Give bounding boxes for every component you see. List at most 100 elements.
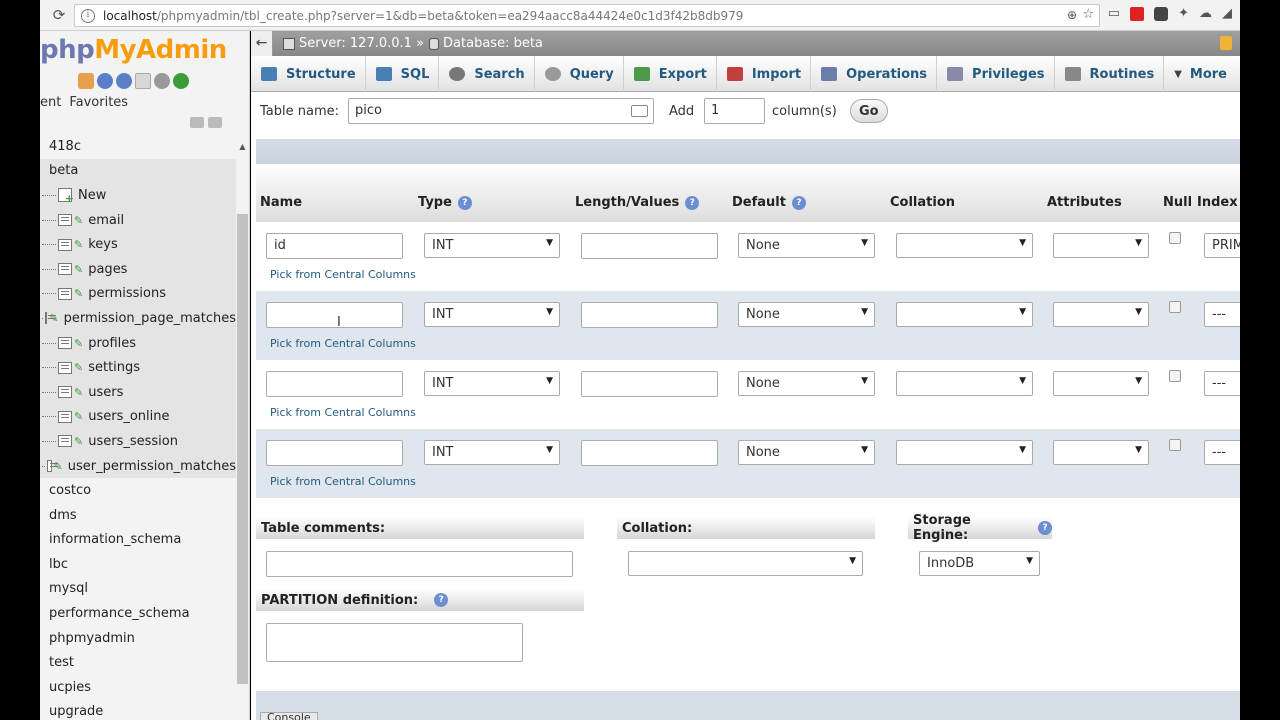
length-input[interactable]	[581, 302, 718, 328]
table-item[interactable]: ✎ keys	[40, 232, 236, 257]
db-item[interactable]: information_schema	[40, 528, 236, 553]
default-select[interactable]: None ▼	[738, 233, 875, 258]
help-icon[interactable]: ?	[685, 195, 700, 210]
pick-central-columns-link[interactable]: Pick from Central Columns	[270, 406, 416, 419]
go-button[interactable]: Go	[850, 99, 888, 123]
extension-cloud-icon[interactable]: ☁	[1199, 6, 1212, 21]
table-item[interactable]: ✎permission_page_matches	[40, 306, 236, 331]
collation-select[interactable]: ▼	[896, 440, 1033, 465]
reload-nav-icon[interactable]	[173, 73, 189, 89]
length-input[interactable]	[581, 233, 718, 259]
pick-central-columns-link[interactable]: Pick from Central Columns	[270, 337, 416, 350]
extension-leaf-icon[interactable]: ✦	[1178, 6, 1189, 21]
collation-select[interactable]: ▼	[896, 302, 1033, 327]
collapse-all-icon[interactable]	[190, 117, 204, 128]
type-select[interactable]: INT ▼	[424, 371, 560, 396]
phpmyadmin-logo[interactable]: phpMyAdmin	[40, 35, 227, 65]
gear-icon[interactable]	[154, 73, 170, 89]
table-item[interactable]: ✎ users_session	[40, 429, 236, 454]
db-item[interactable]: performance_schema	[40, 601, 236, 626]
column-name-input[interactable]	[266, 371, 403, 397]
tab-import[interactable]: Import	[717, 56, 812, 92]
cast-icon[interactable]: ▭	[1108, 6, 1120, 21]
tab-privileges[interactable]: Privileges	[937, 56, 1055, 92]
default-select[interactable]: None ▼	[738, 371, 875, 396]
console-toggle[interactable]: Console	[260, 712, 318, 720]
help-icon[interactable]	[116, 73, 132, 89]
table-item[interactable]: ✎ email	[40, 207, 236, 233]
tab-query[interactable]: Query	[535, 56, 624, 92]
default-select[interactable]: None ▼	[738, 302, 875, 327]
index-select[interactable]: ---	[1204, 302, 1240, 327]
logout-icon[interactable]	[97, 73, 113, 89]
default-select[interactable]: None ▼	[738, 440, 875, 465]
zoom-icon[interactable]: ⊕	[1067, 8, 1077, 22]
reload-icon[interactable]: ⟳	[48, 4, 70, 26]
breadcrumb-server[interactable]: Server: 127.0.0.1 »	[273, 36, 424, 51]
table-item[interactable]: ✎ profiles	[40, 330, 236, 356]
tab-operations[interactable]: Operations	[811, 56, 938, 92]
address-bar[interactable]: i localhost/phpmyadmin/tbl_create.php?se…	[74, 4, 1100, 27]
db-item-beta[interactable]: beta	[40, 158, 236, 184]
tab-more[interactable]: ▼ More	[1164, 56, 1236, 92]
link-icon[interactable]	[208, 117, 222, 128]
null-checkbox[interactable]	[1169, 301, 1181, 313]
db-item[interactable]: dms	[40, 503, 236, 528]
breadcrumb-database[interactable]: Database: beta	[424, 36, 543, 51]
table-collation-select[interactable]: ▼	[628, 551, 863, 576]
pocket-icon[interactable]	[1154, 6, 1169, 21]
index-select[interactable]: ---	[1204, 440, 1240, 465]
db-item[interactable]: lbc	[40, 552, 236, 577]
tab-search[interactable]: Search	[439, 56, 535, 92]
collation-select[interactable]: ▼	[896, 371, 1033, 396]
type-select[interactable]: INT ▼	[424, 302, 560, 327]
tab-favorites[interactable]: Favorites	[69, 95, 128, 110]
tab-recent[interactable]: ent	[40, 95, 61, 110]
table-item[interactable]: ✎ users_online	[40, 404, 236, 430]
length-input[interactable]	[581, 440, 718, 466]
scroll-up-icon[interactable]: ▲	[236, 142, 249, 151]
tab-export[interactable]: Export	[624, 56, 717, 92]
null-checkbox[interactable]	[1169, 232, 1181, 244]
partition-textarea[interactable]	[266, 623, 523, 662]
table-item[interactable]: ✎ settings	[40, 355, 236, 380]
null-checkbox[interactable]	[1169, 370, 1181, 382]
home-icon[interactable]	[78, 73, 94, 89]
table-comments-input[interactable]	[266, 551, 573, 577]
db-item[interactable]: test	[40, 650, 236, 675]
attributes-select[interactable]: ▼	[1053, 302, 1149, 327]
table-item[interactable]: ✎ users	[40, 379, 236, 405]
index-select[interactable]: PRIMARY	[1204, 233, 1240, 258]
null-checkbox[interactable]	[1169, 439, 1181, 451]
length-input[interactable]	[581, 371, 718, 397]
new-table-item[interactable]: New	[40, 183, 236, 208]
help-icon[interactable]: ?	[1038, 521, 1052, 535]
extension-arrow-icon[interactable]: ◢	[1222, 6, 1232, 21]
keyboard-icon[interactable]	[631, 105, 648, 117]
pick-central-columns-link[interactable]: Pick from Central Columns	[270, 475, 416, 488]
collapse-panel-icon[interactable]: ←	[251, 31, 273, 56]
column-name-input[interactable]	[266, 440, 403, 466]
db-item[interactable]: costco	[40, 478, 236, 503]
pick-central-columns-link[interactable]: Pick from Central Columns	[270, 268, 416, 281]
docs-icon[interactable]	[135, 73, 151, 89]
add-columns-input[interactable]: 1	[704, 98, 765, 124]
column-name-input[interactable]	[266, 302, 403, 328]
table-item[interactable]: ✎ user_permission_matches	[40, 453, 236, 479]
db-item[interactable]: ucpies	[40, 675, 236, 700]
attributes-select[interactable]: ▼	[1053, 233, 1149, 258]
collation-select[interactable]: ▼	[896, 233, 1033, 258]
attributes-select[interactable]: ▼	[1053, 371, 1149, 396]
db-item[interactable]: mysql	[40, 577, 236, 602]
tab-structure[interactable]: Structure	[251, 56, 366, 92]
table-item[interactable]: ✎ permissions	[40, 281, 236, 307]
index-select[interactable]: ---	[1204, 371, 1240, 396]
type-select[interactable]: INT ▼	[424, 233, 560, 258]
db-item-418c[interactable]: 418c	[40, 134, 236, 159]
extension-red-icon[interactable]	[1130, 6, 1145, 21]
sidebar-scrollbar[interactable]: ▲	[236, 134, 249, 720]
db-item[interactable]: upgrade	[40, 700, 236, 720]
help-icon[interactable]: ?	[457, 195, 472, 210]
bookmark-star-icon[interactable]: ☆	[1082, 7, 1094, 22]
table-item[interactable]: ✎ pages	[40, 256, 236, 282]
